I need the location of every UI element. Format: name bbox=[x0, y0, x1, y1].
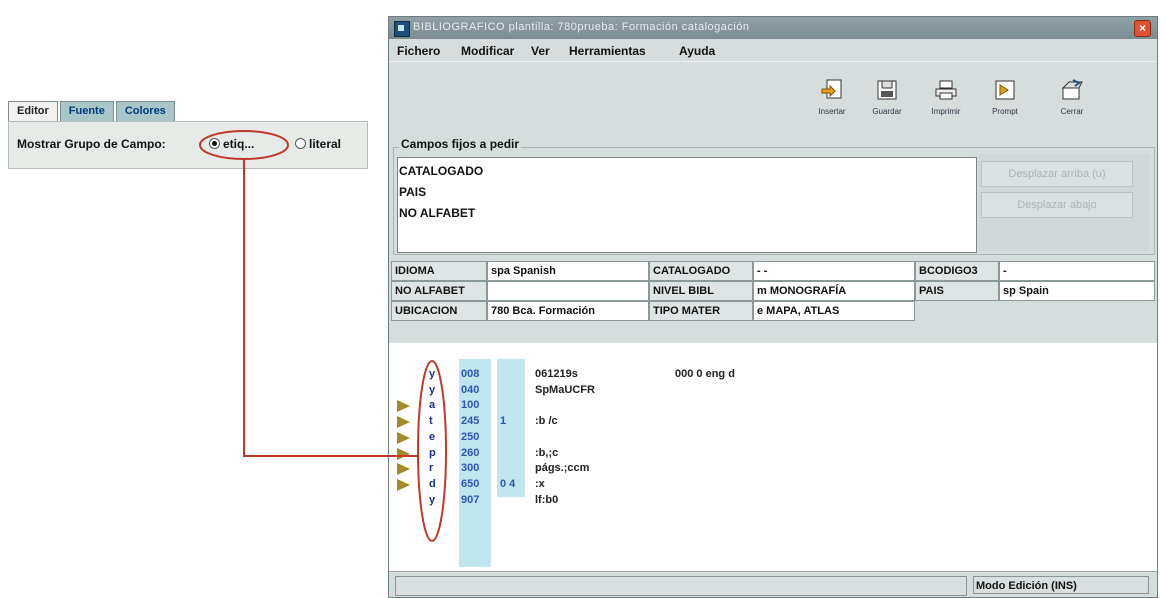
annotation-connector bbox=[243, 159, 418, 457]
annotation-ellipse-codes bbox=[417, 360, 447, 542]
annotation-ellipse-option bbox=[199, 130, 289, 160]
annotation-overlay bbox=[199, 130, 447, 542]
